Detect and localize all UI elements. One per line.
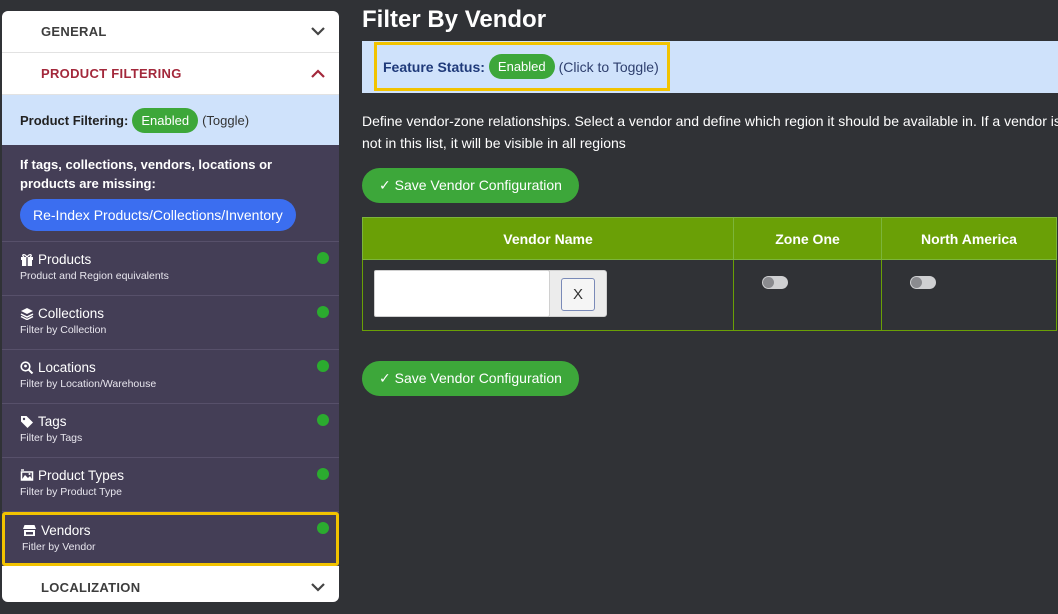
sidebar-item-vendors[interactable]: Vendors Fitler by Vendor xyxy=(2,512,339,566)
status-dot xyxy=(317,414,329,426)
product-filtering-enabled-badge[interactable]: Enabled xyxy=(132,107,199,133)
sidebar-item-subtitle: Product and Region equivalents xyxy=(20,270,169,282)
save-vendor-configuration-button-bottom[interactable]: ✓ Save Vendor Configuration xyxy=(362,361,579,396)
north-america-toggle[interactable] xyxy=(910,276,936,289)
sidebar-item-product-types[interactable]: Product Types Filter by Product Type xyxy=(2,458,339,512)
accordion-localization[interactable]: LOCALIZATION xyxy=(2,566,339,602)
feature-status-bar: Feature Status: Enabled (Click to Toggle… xyxy=(362,41,1058,93)
sidebar-item-title: Vendors xyxy=(41,523,91,538)
vendor-name-input[interactable] xyxy=(374,270,550,317)
chevron-down-icon xyxy=(309,23,327,41)
accordion-general-label: GENERAL xyxy=(41,24,107,39)
feature-status-box: Feature Status: Enabled (Click to Toggle… xyxy=(374,42,670,91)
north-america-cell xyxy=(881,259,1057,331)
sidebar-item-subtitle: Filter by Collection xyxy=(20,324,107,336)
table-row: X xyxy=(362,259,1057,331)
status-dot xyxy=(317,360,329,372)
page-title: Filter By Vendor xyxy=(362,6,547,33)
search-location-icon xyxy=(20,361,34,374)
sidebar-item-subtitle: Filter by Product Type xyxy=(20,486,122,498)
vendor-zone-table: Vendor Name Zone One North America X xyxy=(362,217,1057,331)
product-filtering-toggle-link[interactable]: (Toggle) xyxy=(202,113,249,128)
column-header-vendor-name: Vendor Name xyxy=(362,217,734,260)
chevron-up-icon xyxy=(309,65,327,83)
status-dot xyxy=(317,252,329,264)
sidebar-item-title: Locations xyxy=(38,360,96,375)
sidebar-item-title: Collections xyxy=(38,306,105,321)
feature-toggle-link[interactable]: (Click to Toggle) xyxy=(559,59,659,75)
accordion-product-filtering[interactable]: PRODUCT FILTERING xyxy=(2,53,339,95)
gift-icon xyxy=(21,254,33,266)
zone-one-cell xyxy=(733,259,882,331)
sidebar-item-locations[interactable]: Locations Filter by Location/Warehouse xyxy=(2,350,339,404)
page-description: Define vendor-zone relationships. Select… xyxy=(362,113,1058,151)
reindex-section: If tags, collections, vendors, locations… xyxy=(2,145,339,242)
sidebar-item-title: Tags xyxy=(38,414,67,429)
vendor-clear-button[interactable]: X xyxy=(561,278,595,311)
product-type-icon xyxy=(20,469,34,481)
column-header-zone-one: Zone One xyxy=(733,217,882,260)
tag-icon xyxy=(21,416,33,428)
accordion-product-filtering-label: PRODUCT FILTERING xyxy=(41,66,182,81)
sidebar-item-subtitle: Filter by Tags xyxy=(20,432,83,444)
sidebar-item-collections[interactable]: Collections Filter by Collection xyxy=(2,296,339,350)
status-dot xyxy=(317,468,329,480)
sidebar-item-title: Product Types xyxy=(38,468,125,483)
status-dot xyxy=(317,306,329,318)
store-icon xyxy=(23,525,36,536)
layers-icon xyxy=(20,308,34,320)
chevron-down-icon xyxy=(309,578,327,596)
product-filtering-status: Product Filtering: Enabled (Toggle) xyxy=(2,95,339,145)
reindex-note: If tags, collections, vendors, locations… xyxy=(20,157,273,191)
accordion-localization-label: LOCALIZATION xyxy=(41,579,141,595)
product-filtering-label: Product Filtering: xyxy=(20,112,129,128)
sidebar: GENERAL PRODUCT FILTERING Product Filter… xyxy=(2,11,339,602)
vendor-clear-wrap: X xyxy=(549,270,607,317)
vendor-cell: X xyxy=(362,259,734,331)
sidebar-item-subtitle: Filter by Location/Warehouse xyxy=(20,378,157,390)
column-header-north-america: North America xyxy=(881,217,1057,260)
status-dot xyxy=(317,522,329,534)
sidebar-item-products[interactable]: Products Product and Region equivalents xyxy=(2,242,339,296)
feature-status-label: Feature Status: xyxy=(383,58,485,75)
sidebar-item-title: Products xyxy=(38,252,92,267)
zone-one-toggle[interactable] xyxy=(762,276,788,289)
sidebar-item-subtitle: Fitler by Vendor xyxy=(22,541,96,553)
accordion-general[interactable]: GENERAL xyxy=(2,11,339,53)
reindex-button[interactable]: Re-Index Products/Collections/Inventory xyxy=(20,199,296,231)
feature-status-enabled-badge[interactable]: Enabled xyxy=(488,54,555,79)
save-vendor-configuration-button[interactable]: ✓ Save Vendor Configuration xyxy=(362,168,579,203)
sidebar-item-tags[interactable]: Tags Filter by Tags xyxy=(2,404,339,458)
